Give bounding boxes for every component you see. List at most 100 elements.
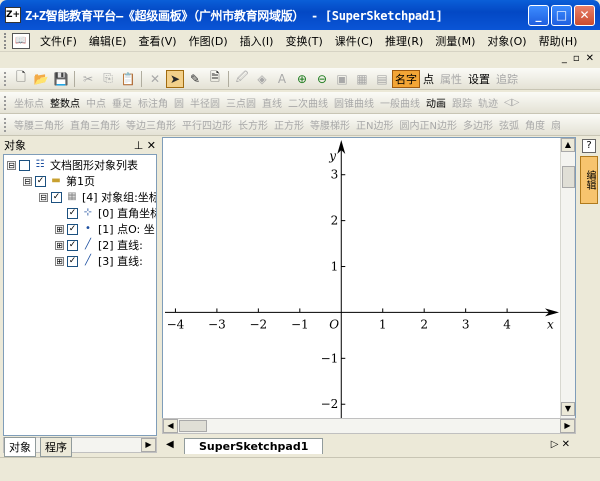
foot-button[interactable]: 垂足: [109, 95, 135, 110]
menu-edit[interactable]: 编辑(E): [83, 33, 133, 49]
locus-button[interactable]: 轨迹: [475, 95, 501, 110]
help-icon[interactable]: ?: [582, 139, 596, 153]
save-icon[interactable]: 💾: [52, 70, 70, 88]
name-toggle-button[interactable]: 名字: [392, 69, 420, 88]
edit-side-tab[interactable]: 编辑: [580, 156, 598, 204]
menu-draw[interactable]: 作图(D): [183, 33, 234, 49]
circle-button[interactable]: 圆: [171, 95, 187, 110]
tree-item-line[interactable]: ⊞ ✓ ╱ [2] 直线:: [55, 238, 143, 252]
tree-item-point[interactable]: ⊞ ✓ • [1] 点O: 坐: [55, 222, 155, 236]
menu-help[interactable]: 帮助(H): [533, 33, 584, 49]
scroll-left-icon[interactable]: ◀: [163, 419, 178, 433]
line-button[interactable]: 直线: [259, 95, 285, 110]
property-button[interactable]: 属性: [437, 71, 465, 87]
coord-point-button[interactable]: 坐标点: [11, 95, 47, 110]
font-color-icon[interactable]: A: [273, 70, 291, 88]
drawing-canvas-area[interactable]: −4 −3 −2 −1 1 2 3 4 −2 −1 1 2 3 x y O ▲ ▼: [162, 137, 576, 419]
menu-reasoning[interactable]: 推理(R): [379, 33, 429, 49]
menu-measure[interactable]: 测量(M): [429, 33, 481, 49]
checkbox[interactable]: ✓: [67, 207, 78, 219]
collapse-icon[interactable]: ⊟: [7, 160, 16, 170]
three-point-circle-button[interactable]: 三点圆: [223, 95, 259, 110]
tree-item-axes[interactable]: ✓ ⊹ [0] 直角坐标: [67, 206, 156, 220]
inscribed-polygon-button[interactable]: 圆内正N边形: [396, 117, 459, 132]
point-tool-icon[interactable]: ✎: [186, 70, 204, 88]
mdi-close-button[interactable]: ✕: [586, 53, 594, 64]
midpoint-button[interactable]: 中点: [83, 95, 109, 110]
parallelogram-button[interactable]: 平行四边形: [179, 117, 235, 132]
checkbox[interactable]: ✓: [67, 239, 78, 251]
copy-icon[interactable]: ⎘: [99, 70, 117, 88]
point-button[interactable]: 点: [420, 71, 437, 87]
mdi-minimize-button[interactable]: _: [562, 53, 567, 64]
right-triangle-button[interactable]: 直角三角形: [67, 117, 123, 132]
scroll-thumb[interactable]: [179, 420, 207, 432]
delete-icon[interactable]: ✕: [146, 70, 164, 88]
menu-view[interactable]: 查看(V): [132, 33, 182, 49]
document-icon[interactable]: 📖: [12, 32, 30, 49]
expand-icon[interactable]: ⊞: [55, 224, 64, 234]
zoom-out-icon[interactable]: ⊖: [313, 70, 331, 88]
checkbox[interactable]: [19, 159, 30, 171]
expand-icon[interactable]: ⊞: [55, 240, 64, 250]
menu-insert[interactable]: 插入(I): [234, 33, 280, 49]
tree-item-group[interactable]: ⊟ ✓ ▦ [4] 对象组:坐标: [39, 190, 156, 204]
trace-button[interactable]: 追踪: [493, 71, 521, 87]
tab-program[interactable]: 程序: [40, 437, 72, 457]
grid-icon[interactable]: ▦: [353, 70, 371, 88]
coordinate-plane[interactable]: −4 −3 −2 −1 1 2 3 4 −2 −1 1 2 3 x y O: [163, 138, 561, 418]
tab-supersketchpad1[interactable]: SuperSketchpad1: [184, 438, 324, 454]
checkbox[interactable]: ✓: [67, 223, 78, 235]
image-icon[interactable]: ▤: [373, 70, 391, 88]
toolbar-grip[interactable]: [4, 117, 8, 132]
integer-point-button[interactable]: 整数点: [47, 95, 83, 110]
tree-item-root[interactable]: ⊟ ☷ 文档图形对象列表: [7, 158, 138, 172]
maximize-button[interactable]: □: [551, 5, 572, 26]
canvas-horizontal-scrollbar[interactable]: ◀ ▶: [162, 418, 576, 434]
new-icon[interactable]: 🗋: [12, 70, 30, 88]
mark-angle-button[interactable]: 标注角: [135, 95, 171, 110]
tab-objects[interactable]: 对象: [4, 437, 36, 457]
paste-icon[interactable]: 📋: [119, 70, 137, 88]
scroll-down-icon[interactable]: ▼: [561, 402, 575, 416]
chord-arc-button[interactable]: 弦弧: [496, 117, 522, 132]
menu-transform[interactable]: 变换(T): [279, 33, 328, 49]
menu-object[interactable]: 对象(O): [481, 33, 532, 49]
regular-polygon-button[interactable]: 正N边形: [353, 117, 396, 132]
menu-courseware[interactable]: 课件(C): [329, 33, 379, 49]
quadratic-curve-button[interactable]: 二次曲线: [285, 95, 331, 110]
conic-button[interactable]: 圆锥曲线: [331, 95, 377, 110]
scroll-up-icon[interactable]: ▲: [561, 138, 575, 152]
scroll-right-icon[interactable]: ▶: [560, 419, 575, 433]
zoom-in-icon[interactable]: ⊕: [293, 70, 311, 88]
pen-icon[interactable]: 🖉: [233, 70, 251, 88]
toolbar-grip[interactable]: [4, 95, 8, 110]
fill-icon[interactable]: ◈: [253, 70, 271, 88]
open-icon[interactable]: 📂: [32, 70, 50, 88]
minimize-button[interactable]: _: [528, 5, 549, 26]
canvas-vertical-scrollbar[interactable]: ▲ ▼: [560, 138, 575, 418]
isosceles-trapezoid-button[interactable]: 等腰梯形: [307, 117, 353, 132]
isosceles-triangle-button[interactable]: 等腰三角形: [11, 117, 67, 132]
general-curve-button[interactable]: 一般曲线: [377, 95, 423, 110]
expand-icon[interactable]: ⊞: [55, 256, 64, 266]
mdi-restore-button[interactable]: ▫: [573, 53, 580, 64]
angle-button[interactable]: 角度: [522, 117, 548, 132]
panel-close-icon[interactable]: ✕: [147, 139, 156, 152]
text-tool-icon[interactable]: 🗎: [206, 70, 224, 88]
collapse-icon[interactable]: ⊟: [23, 176, 32, 186]
object-tree[interactable]: ⊟ ☷ 文档图形对象列表 ⊟ ✓ ▬ 第1页 ⊟ ✓ ▦ [4] 对象组:坐标 …: [3, 154, 157, 436]
polygon-button[interactable]: 多边形: [460, 117, 496, 132]
play-controls-button[interactable]: ◁▷: [501, 97, 522, 108]
fit-icon[interactable]: ▣: [333, 70, 351, 88]
pin-icon[interactable]: ⊥: [134, 139, 144, 152]
animation-button[interactable]: 动画: [423, 95, 449, 110]
rectangle-button[interactable]: 长方形: [235, 117, 271, 132]
tab-nav-controls[interactable]: ▷ ✕: [551, 439, 570, 450]
sector-button[interactable]: 扇: [548, 117, 564, 132]
equilateral-triangle-button[interactable]: 等边三角形: [123, 117, 179, 132]
menu-file[interactable]: 文件(F): [34, 33, 83, 49]
tab-prev-icon[interactable]: ◀: [166, 439, 174, 450]
menubar-grip[interactable]: [4, 32, 8, 49]
tree-item-page[interactable]: ⊟ ✓ ▬ 第1页: [23, 174, 95, 188]
